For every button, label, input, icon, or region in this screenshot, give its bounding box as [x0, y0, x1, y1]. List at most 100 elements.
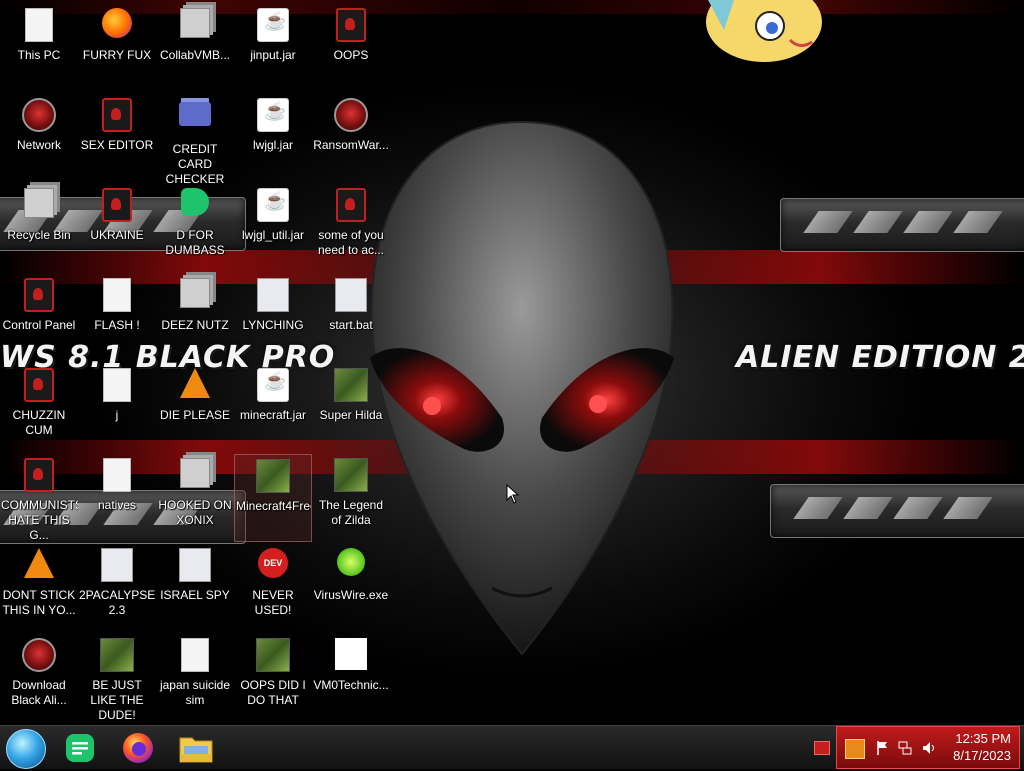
desktop-icon[interactable]: OOPS DID I DO THAT: [234, 634, 312, 722]
desktop-icon-label: lwjgl_util.jar: [241, 228, 305, 242]
java-jar-icon: [255, 188, 291, 224]
tray-overflow-flag-icon[interactable]: [814, 741, 830, 755]
dev-cpp-icon: DEV: [255, 548, 291, 584]
minecraft-icon: [255, 459, 291, 495]
green-notes-icon: [66, 734, 94, 762]
desktop-icon[interactable]: LYNCHING: [234, 274, 312, 362]
desktop-icon[interactable]: BE JUST LIKE THE DUDE!: [78, 634, 156, 722]
desktop-icon-label: some of you need to ac...: [317, 228, 385, 257]
desktop-icon[interactable]: some of you need to ac...: [312, 184, 390, 272]
desktop-icon[interactable]: DONT STICK THIS IN YO...: [0, 544, 78, 632]
desktop-icon-label: Download Black Ali...: [11, 678, 67, 707]
desktop-icon[interactable]: CREDIT CARD CHECKER: [156, 94, 234, 186]
java-jar-icon: [255, 98, 291, 134]
desktop-icon-label: HOOKED ON XONIX: [158, 498, 232, 527]
desktop-icon-label: natives: [97, 498, 137, 512]
desktop-icon-label: D FOR DUMBASS: [165, 228, 225, 257]
desktop-icon[interactable]: j: [78, 364, 156, 452]
clock-time: 12:35 PM: [955, 731, 1011, 746]
desktop-icon[interactable]: start.bat: [312, 274, 390, 362]
vlc-icon: [21, 548, 57, 584]
desktop-icon[interactable]: Recycle Bin: [0, 184, 78, 272]
desktop-icon[interactable]: Control Panel: [0, 274, 78, 362]
game-character-icon: [333, 458, 369, 494]
desktop-icon-label: CollabVMB...: [159, 48, 231, 62]
tray-app-icon[interactable]: [845, 739, 865, 759]
game-icon: [177, 458, 213, 494]
computer-icon: [21, 8, 57, 44]
desktop-icon-label: start.bat: [329, 318, 373, 332]
red-shield-icon: [21, 368, 57, 404]
desktop-icon[interactable]: CollabVMB...: [156, 4, 234, 92]
start-button[interactable]: [6, 729, 46, 769]
taskbar-clock[interactable]: 12:35 PM 8/17/2023: [953, 730, 1011, 764]
desktop-icon[interactable]: RansomWar...: [312, 94, 390, 182]
desktop-icon[interactable]: DEEZ NUTZ: [156, 274, 234, 362]
desktop-icon-label: japan suicide sim: [159, 678, 231, 707]
desktop-icon[interactable]: Super Hilda: [312, 364, 390, 452]
stack-icon: [177, 278, 213, 314]
desktop-icon-label: Recycle Bin: [7, 228, 71, 242]
red-shield-icon: [99, 98, 135, 134]
action-center-flag-icon[interactable]: [875, 740, 891, 756]
desktop-icon-label: COMMUNISTS HATE THIS G...: [1, 498, 78, 542]
desktop-icon[interactable]: lwjgl.jar: [234, 94, 312, 182]
desktop-icon[interactable]: lwjgl_util.jar: [234, 184, 312, 272]
desktop-icon[interactable]: DEV NEVER USED!: [234, 544, 312, 632]
desktop-icon-label: j: [115, 408, 119, 422]
document-icon: [177, 638, 213, 674]
desktop-icon[interactable]: Download Black Ali...: [0, 634, 78, 722]
taskbar-file-explorer[interactable]: [176, 730, 216, 766]
desktop-icon[interactable]: minecraft.jar: [234, 364, 312, 452]
taskbar-firefox[interactable]: [118, 730, 158, 766]
desktop-icon[interactable]: FURRY FUX: [78, 4, 156, 92]
desktop-icon[interactable]: Minecraft4Free.exe: [234, 454, 312, 542]
desktop-icon[interactable]: D FOR DUMBASS: [156, 184, 234, 272]
red-shield-icon: [333, 188, 369, 224]
volume-icon[interactable]: [921, 740, 937, 756]
desktop-icon[interactable]: natives: [78, 454, 156, 542]
desktop-icon-label: DONT STICK THIS IN YO...: [2, 588, 76, 617]
desktop-icon[interactable]: COMMUNISTS HATE THIS G...: [0, 454, 78, 542]
desktop-icon[interactable]: HOOKED ON XONIX: [156, 454, 234, 542]
red-shield-icon: [99, 188, 135, 224]
document-icon: [99, 368, 135, 404]
desktop-icon[interactable]: japan suicide sim: [156, 634, 234, 722]
desktop-icon-label: DIE PLEASE: [159, 408, 231, 422]
red-shield-icon: [21, 458, 57, 494]
desktop-icon-label: minecraft.jar: [239, 408, 307, 422]
desktop-icon[interactable]: UKRAINE: [78, 184, 156, 272]
settings-icon: [255, 278, 291, 314]
system-tray: 12:35 PM 8/17/2023: [836, 726, 1020, 769]
desktop-icon[interactable]: 2PACALYPSE 2.3: [78, 544, 156, 632]
wallpaper-metal-plate: [780, 198, 1024, 252]
desktop-icon[interactable]: OOPS: [312, 4, 390, 92]
desktop-icon[interactable]: FLASH !: [78, 274, 156, 362]
desktop-icon[interactable]: jinput.jar: [234, 4, 312, 92]
desktop-icon[interactable]: VirusWire.exe: [312, 544, 390, 632]
green-app-icon: [177, 188, 213, 224]
desktop-icon-label: SEX EDITOR: [80, 138, 154, 152]
desktop-icon-label: UKRAINE: [90, 228, 144, 242]
desktop-icon-label: 2PACALYPSE 2.3: [79, 588, 156, 617]
desktop-icon-label: lwjgl.jar: [252, 138, 293, 152]
desktop-icon[interactable]: DIE PLEASE: [156, 364, 234, 452]
desktop-icon[interactable]: Network: [0, 94, 78, 182]
desktop-icon[interactable]: CHUZZIN CUM: [0, 364, 78, 452]
red-shield-icon: [333, 8, 369, 44]
desktop-icon[interactable]: VM0Technic...: [312, 634, 390, 722]
taskbar-notes-app[interactable]: [60, 730, 100, 766]
document-icon: [99, 458, 135, 494]
desktop-icon[interactable]: The Legend of Zilda: [312, 454, 390, 542]
desktop-icon-label: jinput.jar: [250, 48, 296, 62]
desktop-icon-label: Network: [16, 138, 61, 152]
desktop-icon[interactable]: SEX EDITOR: [78, 94, 156, 182]
desktop-icon[interactable]: ISRAEL SPY: [156, 544, 234, 632]
technician-icon: [333, 638, 369, 674]
desktop-icon-label: VM0Technic...: [313, 678, 389, 692]
desktop-icon-label: NEVER USED!: [252, 588, 294, 617]
desktop-icon[interactable]: This PC: [0, 4, 78, 92]
lime-icon: [333, 548, 369, 584]
java-jar-icon: [255, 368, 291, 404]
network-icon[interactable]: [897, 740, 913, 756]
